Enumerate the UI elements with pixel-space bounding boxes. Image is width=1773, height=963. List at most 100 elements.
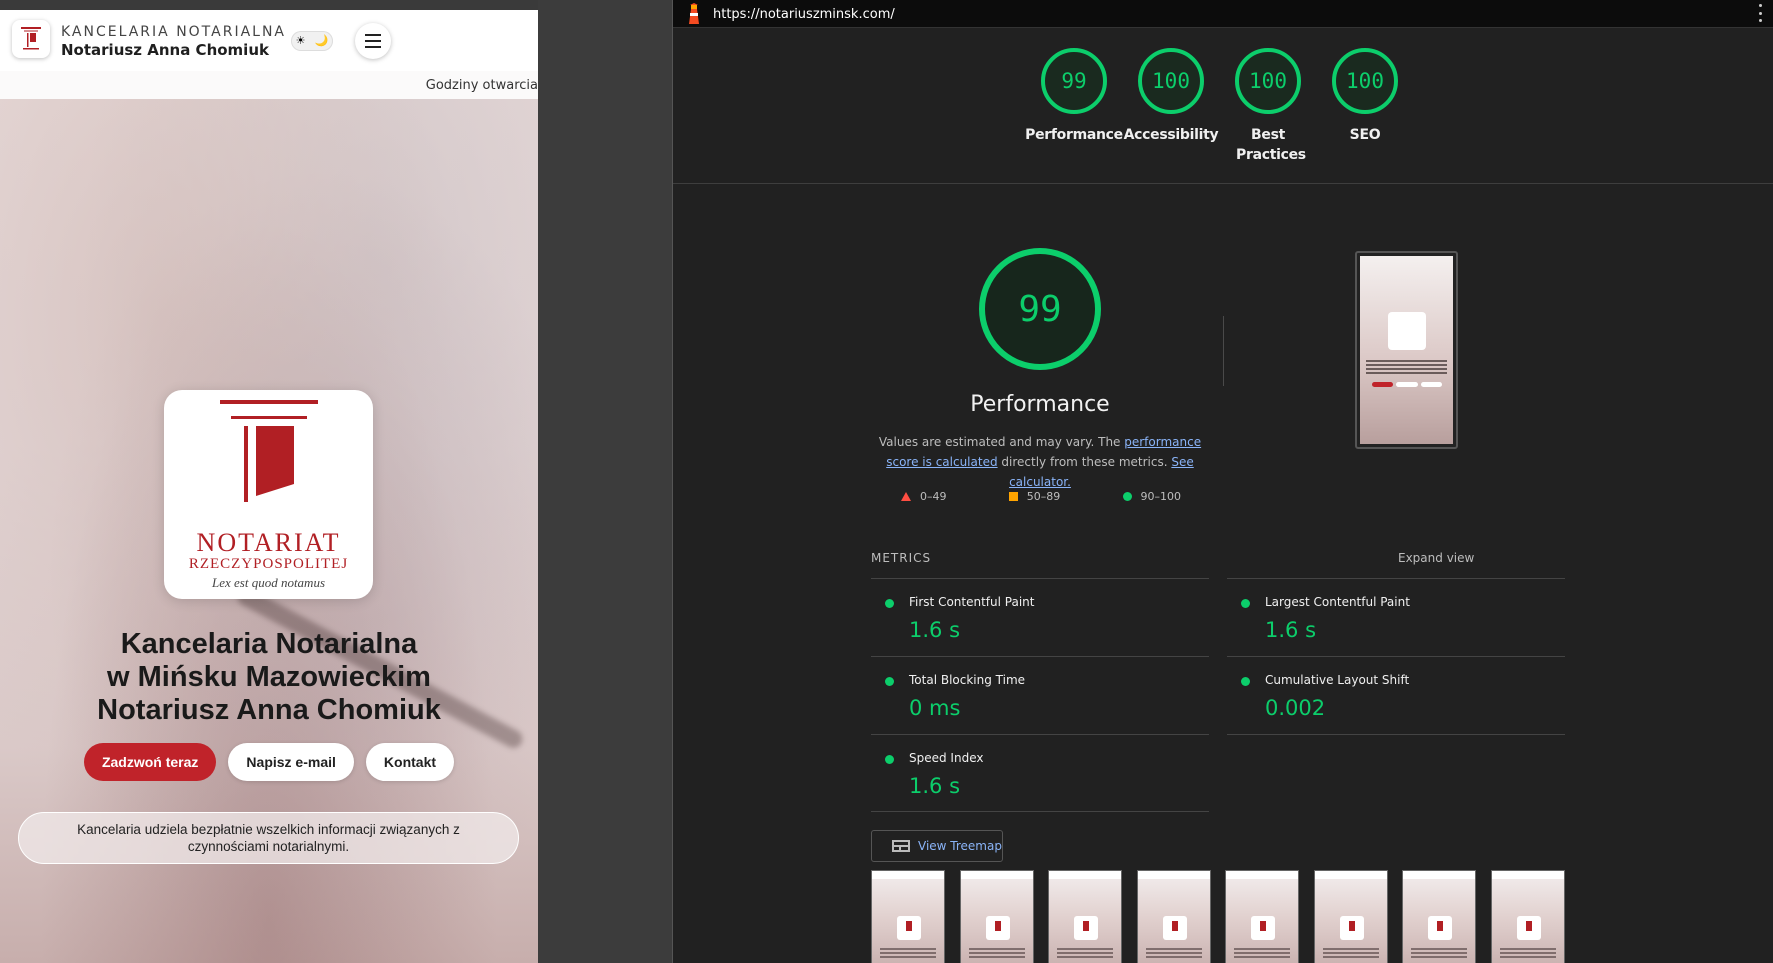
frame-header [1403,871,1475,879]
treemap-label: View Treemap [918,839,1002,853]
frame-header [1492,871,1564,879]
hero-title-line: w Mińsku Mazowieckim [107,661,431,693]
treemap-icon [892,840,910,852]
notariat-emblem-icon [220,400,318,502]
hamburger-menu-button[interactable] [355,23,391,59]
theme-toggle[interactable]: ☀ 🌙 [291,31,333,51]
site-header: KANCELARIA NOTARIALNA Notariusz Anna Cho… [0,10,538,71]
call-now-button[interactable]: Zadzwoń teraz [83,743,217,781]
vertical-divider [1223,316,1224,386]
final-screenshot-thumbnail[interactable] [1355,251,1458,449]
gauge-ring: 100 [1138,48,1204,114]
filmstrip-frame [871,870,945,963]
more-options-icon[interactable] [1759,4,1763,22]
mini-btn [1420,382,1442,387]
metric-value: 1.6 s [909,774,961,798]
mini-title [1366,360,1447,374]
gauge-ring: 99 [1041,48,1107,114]
frame-emblem [1340,916,1364,940]
hero-title: Kancelaria Notarialna w Mińsku Mazowieck… [0,628,538,727]
metric-value: 0.002 [1265,696,1326,720]
score-summary: 99 Performance 100 Accessibility 100 Bes… [673,28,1773,184]
metric-name: First Contentful Paint [909,595,1035,609]
frame-title [1146,948,1202,960]
notariat-logo-icon [21,27,41,50]
opening-hours-text: Godziny otwarcia [425,78,538,93]
contact-button[interactable]: Kontakt [365,743,455,781]
sun-icon: ☀ [295,34,306,47]
filmstrip-frame [1137,870,1211,963]
frame-emblem [1074,916,1098,940]
emblem-word-rzeczypospolitej: RZECZYPOSPOLITEJ [188,556,349,572]
opening-hours-ticker: Godziny otwarcia [0,71,538,99]
brand-name: Notariusz Anna Chomiuk [61,41,269,59]
gauge-label: Performance [1025,127,1123,143]
frame-header [961,871,1033,879]
metric-value: 1.6 s [909,618,961,642]
frame-header [1138,871,1210,879]
triangle-icon [901,492,911,501]
mini-btn [1396,382,1418,387]
legend-range: 50–89 [1026,490,1061,503]
performance-gauge-large: 99 [979,248,1101,370]
write-email-button[interactable]: Napisz e-mail [228,743,354,781]
frame-title [1500,948,1556,960]
view-treemap-button[interactable]: View Treemap [871,830,1003,862]
window-gutter [538,0,672,963]
pass-dot-icon [1241,677,1250,686]
legend-pass: 90–100 [1122,490,1181,503]
expand-view-toggle[interactable]: Expand view [1398,551,1474,565]
gauge-seo[interactable]: 100 SEO [1310,48,1420,145]
emblem-word-notariat: NOTARIAT [196,528,341,557]
frame-emblem [1163,916,1187,940]
gauge-ring: 100 [1332,48,1398,114]
screen: KANCELARIA NOTARIALNA Notariusz Anna Cho… [0,0,1773,963]
metrics-divider [871,811,1209,812]
gauge-label: SEO [1349,127,1381,143]
frame-title [969,948,1025,960]
emblem-motto: Lex est quod notamus [211,575,326,590]
screenshot-content [1360,256,1453,444]
metric-lcp: Largest Contentful Paint 1.6 s [1227,578,1565,656]
hero-title-line: Notariusz Anna Chomiuk [97,694,441,726]
metric-value: 0 ms [909,696,961,720]
filmstrip-frame [1314,870,1388,963]
metric-name: Largest Contentful Paint [1265,595,1410,609]
metrics-header: METRICS [871,551,932,565]
site-logo[interactable] [12,20,50,58]
metric-speed-index: Speed Index 1.6 s [871,734,1209,812]
desc-text: directly from these metrics. [997,455,1172,469]
gauge-performance[interactable]: 99 Performance [1019,48,1129,145]
metric-fcp: First Contentful Paint 1.6 s [871,578,1209,656]
gauge-best-practices[interactable]: 100 Best Practices [1218,48,1318,165]
menu-icon-bar [365,46,381,48]
performance-title: Performance [970,392,1110,417]
mobile-site-preview: KANCELARIA NOTARIALNA Notariusz Anna Cho… [0,10,538,963]
notariat-emblem-card: NOTARIAT RZECZYPOSPOLITEJ Lex est quod n… [164,390,373,599]
frame-title [1411,948,1467,960]
mini-btn [1372,382,1394,387]
filmstrip [871,870,1565,963]
free-info-notice: Kancelaria udziela bezpłatnie wszelkich … [18,812,519,864]
report-url[interactable]: https://notariuszminsk.com/ [713,7,895,22]
frame-header [1315,871,1387,879]
gauge-accessibility[interactable]: 100 Accessibility [1116,48,1226,145]
frame-header [1226,871,1298,879]
pass-dot-icon [1241,599,1250,608]
metric-tbt: Total Blocking Time 0 ms [871,656,1209,734]
performance-description: Values are estimated and may vary. The p… [869,432,1211,492]
filmstrip-frame [1491,870,1565,963]
kebab-dot [1759,4,1762,7]
gauge-label: Accessibility [1123,127,1219,143]
frame-emblem [1251,916,1275,940]
frame-title [1323,948,1379,960]
circle-icon [1122,492,1132,501]
moon-icon: 🌙 [314,34,329,47]
menu-icon-bar [365,40,381,42]
square-icon [1008,492,1018,501]
lighthouse-icon [689,3,699,24]
report-topbar: https://notariuszminsk.com/ [673,0,1773,28]
pass-dot-icon [885,599,894,608]
metric-name: Total Blocking Time [909,673,1026,687]
mini-buttons [1372,382,1442,387]
